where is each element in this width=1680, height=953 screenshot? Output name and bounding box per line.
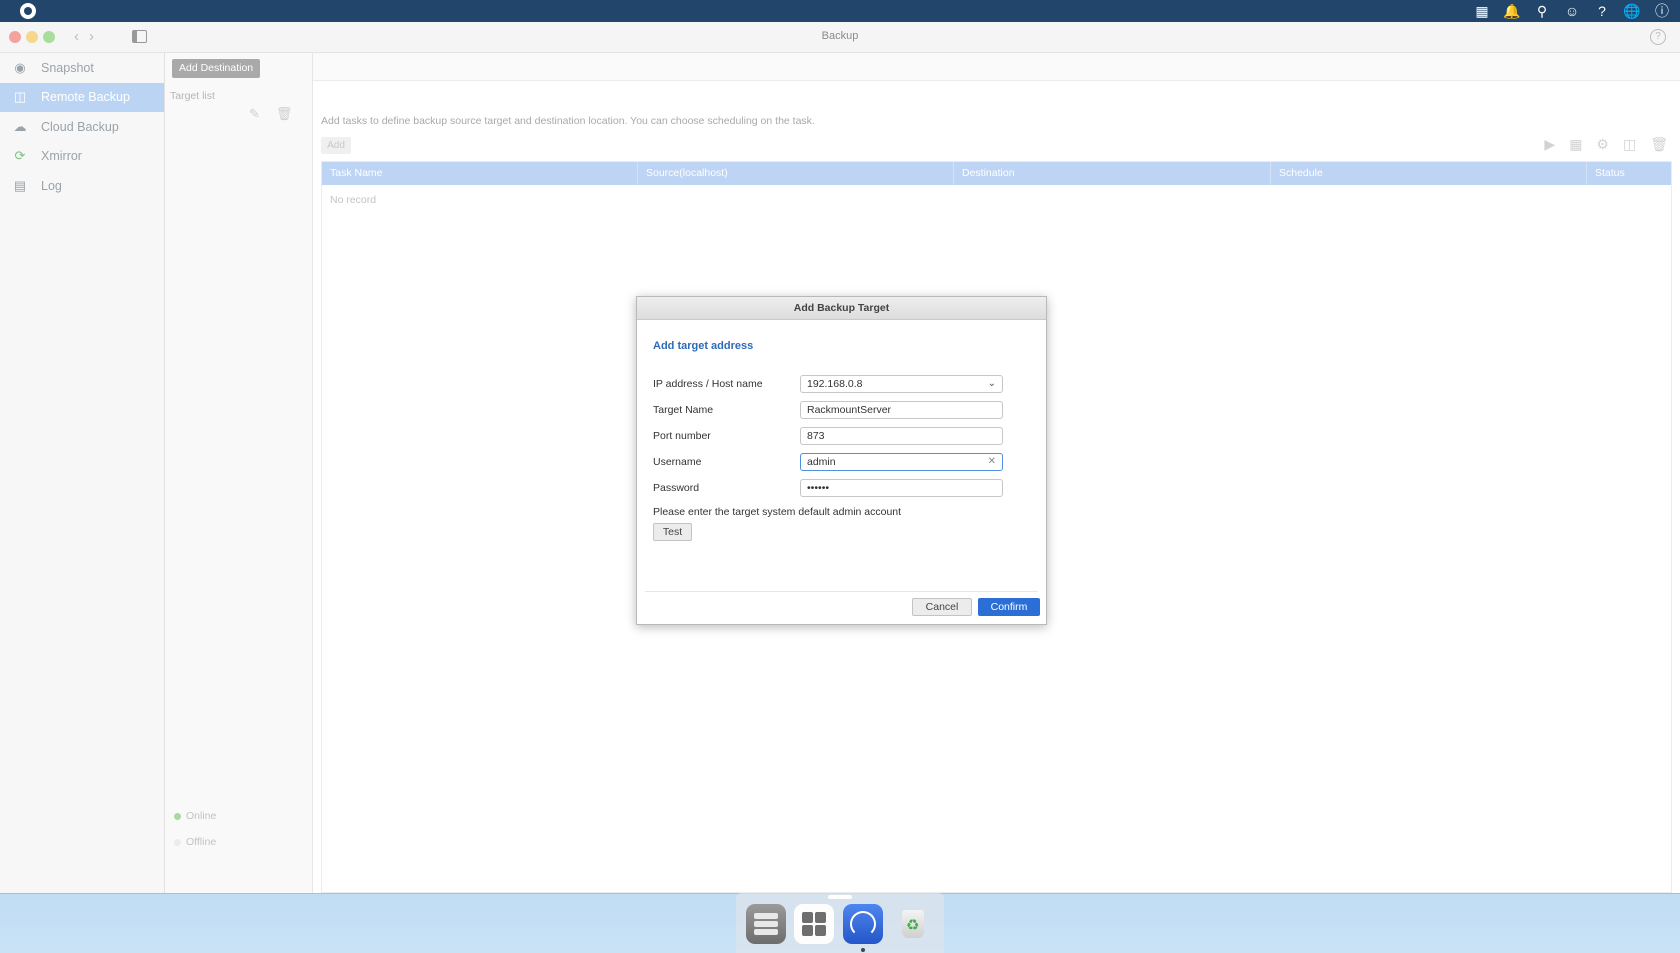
add-backup-target-dialog: Add Backup Target Add target address IP … [636,296,1047,625]
host-value: 192.168.0.8 [807,378,863,390]
snapshot-icon: ◉ [14,59,26,75]
search-icon[interactable]: ⚲ [1532,1,1552,21]
sidebar-item-remote-backup[interactable]: ◫ Remote Backup [0,82,164,112]
task-toolbar: ▶ ▦ ⚙ ◫ 🗑 [1544,136,1668,153]
instructions-text: Add tasks to define backup source target… [321,115,815,127]
username-value: admin [807,456,836,468]
cancel-button[interactable]: Cancel [912,598,972,616]
username-row: Username admin ✕ [653,453,1013,473]
clear-input-icon[interactable]: ✕ [988,454,996,470]
chevron-down-icon[interactable]: ⌄ [988,376,996,392]
target-list-label: Target list [170,90,215,102]
port-value: 873 [807,430,825,442]
xmirror-icon: ⟳ [14,148,26,164]
dialog-title: Add Backup Target [637,297,1046,320]
sidebar-item-snapshot[interactable]: ◉ Snapshot [0,53,164,83]
sidebar-item-label: Log [41,178,62,193]
backup-app-icon[interactable] [843,904,883,944]
app-center-icon[interactable] [794,904,834,944]
add-destination-button[interactable]: Add Destination [172,59,261,78]
sidebar-item-label: Xmirror [41,149,82,164]
column-source[interactable]: Source(localhost) [638,162,954,185]
help-icon[interactable]: ? [1592,1,1612,21]
online-dot-icon [174,812,181,820]
port-row: Port number 873 [653,427,1013,447]
username-label: Username [653,456,702,468]
user-icon[interactable]: ☺ [1562,1,1582,21]
control-panel-app-icon[interactable] [746,904,786,944]
dialog-subtitle: Add target address [653,340,754,352]
online-legend: Online [174,810,216,822]
sidebar-item-label: Cloud Backup [41,119,119,134]
password-value: •••••• [807,482,830,494]
online-label: Online [186,810,217,822]
dialog-divider [645,591,1038,592]
sidebar-item-log[interactable]: ▤ Log [0,171,164,201]
sidebar-item-xmirror[interactable]: ⟳ Xmirror [0,142,164,172]
app-grid-icon[interactable]: ▦ [1472,1,1492,21]
window-titlebar: ‹ › Backup ? [0,22,1680,53]
delete-trash-icon[interactable]: 🗑 [276,106,293,122]
notification-bell-icon[interactable]: 🔔 [1502,1,1522,21]
qnap-logo-icon[interactable] [20,3,36,19]
target-name-label: Target Name [653,404,714,416]
column-destination[interactable]: Destination [954,162,1271,185]
test-button[interactable]: Test [653,523,692,541]
password-row: Password •••••• [653,479,1013,499]
main-top-strip [313,53,1680,81]
target-list-tools: ✎ 🗑 [249,106,292,122]
offline-legend: Offline [174,836,216,848]
target-name-value: RackmountServer [807,404,892,416]
recycle-bin-icon[interactable] [893,904,933,944]
dashboard-icon[interactable]: ⓘ [1652,1,1672,21]
column-status[interactable]: Status [1587,162,1669,185]
sidebar-item-label: Remote Backup [41,90,130,105]
edit-pencil-icon[interactable]: ✎ [249,106,260,122]
add-task-button[interactable]: Add [321,137,351,154]
clipboard-icon[interactable]: ◫ [1623,136,1636,153]
active-app-indicator [861,948,865,952]
account-note: Please enter the target system default a… [653,506,902,518]
globe-icon[interactable]: 🌐 [1622,1,1642,21]
offline-label: Offline [186,836,217,848]
target-name-input[interactable]: RackmountServer [800,401,1003,419]
table-header: Task Name Source(localhost) Destination … [322,162,1671,185]
port-label: Port number [653,430,711,442]
system-top-bar: ▦ 🔔 ⚲ ☺ ? 🌐 ⓘ [0,0,1680,22]
port-input[interactable]: 873 [800,427,1003,445]
host-select[interactable]: 192.168.0.8 ⌄ [800,375,1003,393]
play-icon[interactable]: ▶ [1544,136,1555,153]
target-list-panel: Add Destination Target list ✎ 🗑 Online O… [165,53,313,893]
host-row: IP address / Host name 192.168.0.8 ⌄ [653,375,1013,395]
empty-table-text: No record [330,194,377,206]
log-icon: ▤ [13,177,27,193]
sidebar-item-label: Snapshot [41,60,94,75]
target-name-row: Target Name RackmountServer [653,401,1013,421]
column-task-name[interactable]: Task Name [322,162,638,185]
dock-handle[interactable] [828,895,852,899]
sidebar-item-cloud-backup[interactable]: ☁ Cloud Backup [0,112,164,142]
cloud-backup-icon: ☁ [13,118,27,134]
trash-icon[interactable]: 🗑 [1650,136,1668,153]
settings-gear-icon[interactable]: ⚙ [1596,136,1609,153]
confirm-button[interactable]: Confirm [978,598,1040,616]
offline-dot-icon [174,838,181,846]
remote-backup-icon: ◫ [13,89,27,105]
column-schedule[interactable]: Schedule [1271,162,1587,185]
system-tray: ▦ 🔔 ⚲ ☺ ? 🌐 ⓘ [1472,0,1672,22]
window-help-icon[interactable]: ? [1650,29,1666,45]
table-view-icon[interactable]: ▦ [1569,136,1582,153]
username-input[interactable]: admin ✕ [800,453,1003,471]
host-label: IP address / Host name [653,378,763,390]
sidebar: ◉ Snapshot ◫ Remote Backup ☁ Cloud Backu… [0,53,165,893]
password-input[interactable]: •••••• [800,479,1003,497]
password-label: Password [653,482,700,494]
dock [736,893,944,953]
window-title: Backup [821,30,859,42]
